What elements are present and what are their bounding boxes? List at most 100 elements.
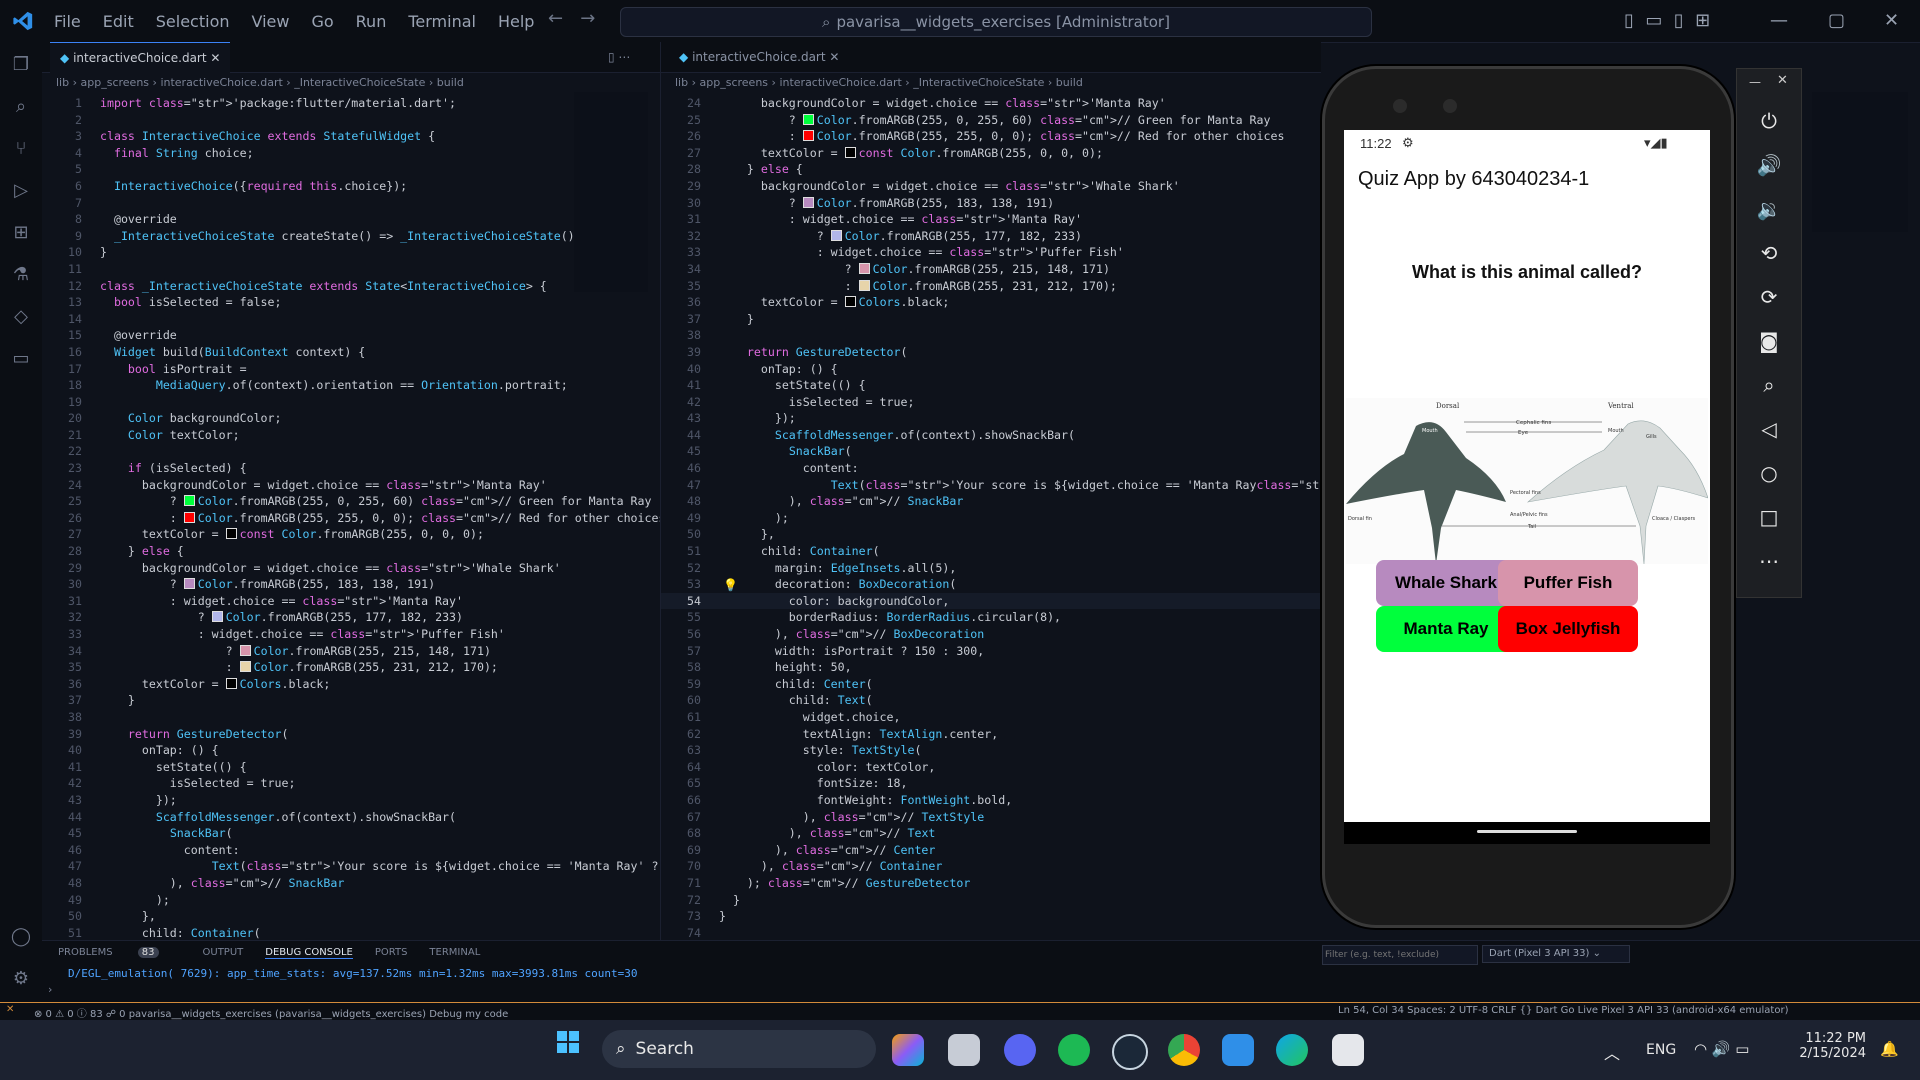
code-line[interactable]: 73} [661,908,1321,925]
windows-start-icon[interactable] [556,1030,580,1054]
tab-output[interactable]: OUTPUT [203,947,244,959]
code-line[interactable]: 11 [42,261,660,278]
code-line[interactable]: 48 ), class="cm">// SnackBar [661,493,1321,510]
forward-arrow-icon[interactable]: → [580,8,595,29]
minimize-icon[interactable]: — [1770,10,1788,31]
remote-icon[interactable]: ▭ [10,348,32,370]
code-line[interactable]: 44 ScaffoldMessenger.of(context).showSna… [661,427,1321,444]
code-line[interactable]: 5 [42,161,660,178]
code-line[interactable]: 42 isSelected = true; [661,394,1321,411]
code-line[interactable]: 35 : Color.fromARGB(255, 231, 212, 170); [42,659,660,676]
code-line[interactable]: 31 : widget.choice == class="str">'Manta… [661,211,1321,228]
code-line[interactable]: 30 ? Color.fromARGB(255, 183, 138, 191) [661,195,1321,212]
tab-debug-console[interactable]: DEBUG CONSOLE [265,947,353,959]
code-line[interactable]: 8 @override [42,211,660,228]
spotify-icon[interactable] [1058,1034,1090,1066]
code-line[interactable]: 50 }, [42,908,660,925]
console-filter-input[interactable] [1322,945,1478,965]
tray-chevron-up-icon[interactable]: ︿ [1604,1040,1620,1064]
remote-indicator-icon[interactable]: ✕ [6,1004,14,1015]
code-line[interactable]: 72 } [661,892,1321,909]
command-center-search[interactable]: ⌕ pavarisa__widgets_exercises [Administra… [620,7,1372,37]
code-line[interactable]: 74 [661,925,1321,942]
crumb[interactable]: app_screens [81,76,150,89]
android-emulator-taskbar-icon[interactable] [1332,1034,1364,1066]
edge-icon[interactable] [1276,1034,1308,1066]
code-line[interactable]: 21 Color textColor; [42,427,660,444]
code-line[interactable]: 15 @override [42,327,660,344]
code-line[interactable]: 33 : widget.choice == class="str">'Puffe… [42,626,660,643]
code-line[interactable]: 36 textColor = Colors.black; [42,676,660,693]
code-line[interactable]: 25 ? Color.fromARGB(255, 0, 255, 60) cla… [42,493,660,510]
code-line[interactable]: 17 bool isPortrait = [42,361,660,378]
menu-run[interactable]: Run [356,12,387,31]
code-line[interactable]: 47 Text(class="str">'Your score is ${wid… [661,477,1431,494]
code-line[interactable]: 61 widget.choice, [661,709,1321,726]
code-line[interactable]: 49 ); [661,510,1321,527]
minimap-right[interactable] [1812,92,1908,232]
back-arrow-icon[interactable]: ← [548,8,563,29]
code-line[interactable]: 39 return GestureDetector( [661,344,1321,361]
code-line[interactable]: 68 ), class="cm">// Text [661,825,1321,842]
home-gesture-handle[interactable] [1477,830,1577,833]
settings-gear-icon[interactable]: ⚙ [10,968,32,990]
code-line[interactable]: 28 } else { [42,543,660,560]
menu-go[interactable]: Go [311,12,333,31]
code-line[interactable]: 16 Widget build(BuildContext context) { [42,344,660,361]
rotate-right-icon[interactable]: ⟳ [1737,285,1801,309]
code-line[interactable]: 66 fontWeight: FontWeight.bold, [661,792,1321,809]
debug-session-select[interactable]: Dart (Pixel 3 API 33) ⌄ [1482,945,1630,963]
code-line[interactable]: 27 textColor = const Color.fromARGB(255,… [42,526,660,543]
code-line[interactable]: 67 ), class="cm">// TextStyle [661,809,1321,826]
crumb[interactable]: lib [56,76,69,89]
wifi-volume-battery-icons[interactable]: ◠ 🔊 ▭ [1694,1040,1749,1058]
code-line[interactable]: 43 }); [42,792,660,809]
crumb[interactable]: app_screens [700,76,769,89]
back-icon[interactable]: ◁ [1737,417,1801,441]
code-line[interactable]: 52 margin: EdgeInsets.all(5), [661,560,1321,577]
code-line[interactable]: 51 child: Container( [42,925,660,942]
code-line[interactable]: 49 ); [42,892,660,909]
code-line[interactable]: 18 MediaQuery.of(context).orientation ==… [42,377,660,394]
code-line[interactable]: 10} [42,244,660,261]
copilot-icon[interactable] [892,1034,924,1066]
code-line[interactable]: 70 ), class="cm">// Container [661,858,1321,875]
task-view-icon[interactable] [948,1034,980,1066]
code-area-left[interactable]: 1 import class="str">'package:flutter/mat… [42,93,672,942]
crumb[interactable]: _InteractiveChoiceState [294,76,425,89]
source-control-icon[interactable]: ⑂ [10,138,32,160]
code-line[interactable]: 64 color: textColor, [661,759,1321,776]
tab-close-icon[interactable]: ✕ [829,50,839,64]
code-line[interactable]: 45 SnackBar( [661,443,1321,460]
chrome-icon[interactable] [1168,1034,1200,1066]
code-line[interactable]: 37 } [661,311,1321,328]
extensions-icon[interactable]: ⊞ [10,222,32,244]
tab-ports[interactable]: PORTS [375,947,408,959]
code-line[interactable]: 62 textAlign: TextAlign.center, [661,726,1321,743]
code-line[interactable]: 40 onTap: () { [42,742,660,759]
code-line[interactable]: 38 [42,709,660,726]
power-icon[interactable]: ⏻ [1737,109,1801,133]
emulator-close-icon[interactable]: ✕ [1777,73,1788,88]
zoom-icon[interactable]: ⌕ [1737,373,1801,397]
tab-close-icon[interactable]: ✕ [210,51,220,65]
code-line[interactable]: 9 _InteractiveChoiceState createState() … [42,228,660,245]
tab-interactive-choice[interactable]: ◆ interactiveChoice.dart ✕ [50,42,231,73]
code-line[interactable]: 28 } else { [661,161,1321,178]
menu-view[interactable]: View [252,12,290,31]
code-line[interactable]: 44 ScaffoldMessenger.of(context).showSna… [42,809,660,826]
notification-bell-icon[interactable]: 🔔 [1880,1040,1899,1058]
crumb[interactable]: build [1056,76,1083,89]
overview-icon[interactable]: □ [1737,505,1801,529]
clock[interactable]: 11:22 PM 2/15/2024 [1790,1031,1866,1061]
code-line[interactable]: 1 import class="str">'package:flutter/mat… [42,95,660,112]
code-line[interactable]: 58 height: 50, [661,659,1321,676]
code-line[interactable]: 38 [661,327,1321,344]
code-line[interactable]: 26 : Color.fromARGB(255, 255, 0, 0); cla… [661,128,1321,145]
menu-help[interactable]: Help [498,12,534,31]
code-line[interactable]: 63 style: TextStyle( [661,742,1321,759]
volume-up-icon[interactable]: 🔊 [1737,153,1801,177]
code-line[interactable]: 42 isSelected = true; [42,775,660,792]
code-line[interactable]: 51 child: Container( [661,543,1321,560]
code-line[interactable]: 14 [42,311,660,328]
